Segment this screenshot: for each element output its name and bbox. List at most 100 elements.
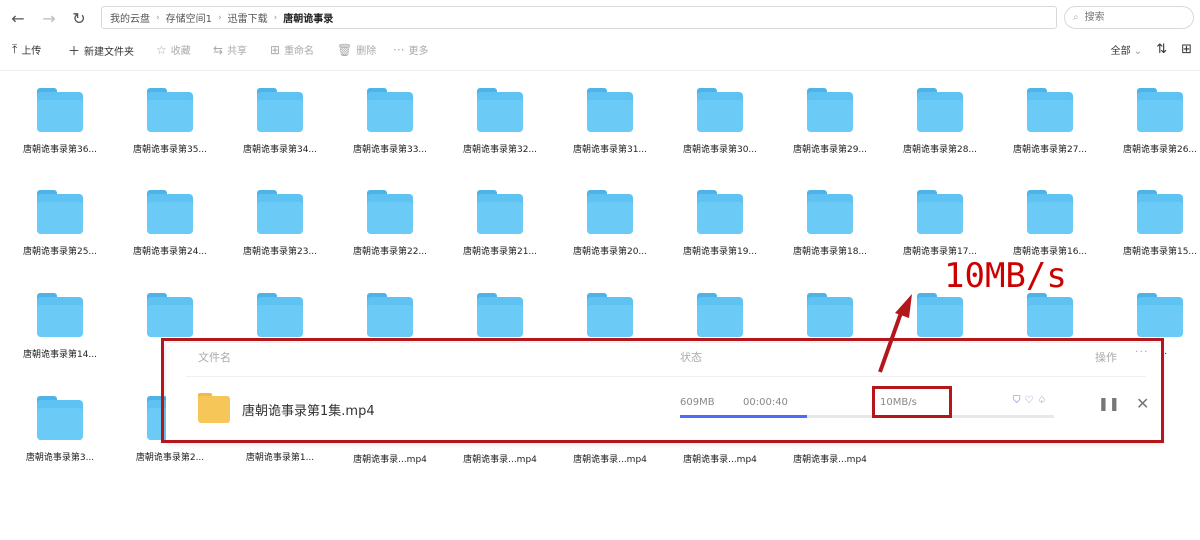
folder-label: 唐朝诡事录第25... xyxy=(22,247,98,257)
folder-icon xyxy=(367,293,413,337)
folder-item[interactable]: 唐朝诡事录第25... xyxy=(5,190,115,257)
folder-item[interactable]: 唐朝诡事录第34... xyxy=(225,88,335,155)
folder-icon xyxy=(37,396,83,440)
folder-item[interactable] xyxy=(885,293,995,347)
chevron-right-icon: › xyxy=(217,12,222,23)
folder-item[interactable]: 唐朝诡事录第23... xyxy=(225,190,335,257)
folder-icon xyxy=(697,88,743,132)
folder-label: 唐朝诡事录第20... xyxy=(572,247,648,257)
folder-item[interactable]: 唐朝诡事录第32... xyxy=(445,88,555,155)
forward-icon[interactable]: → xyxy=(38,7,60,29)
grid-view-icon[interactable]: ⊞ xyxy=(1181,42,1192,57)
file-label[interactable]: 唐朝诡事录...mp4 xyxy=(775,452,885,465)
more-button[interactable]: ··· 更多 xyxy=(393,42,428,58)
file-label[interactable]: 唐朝诡事录...mp4 xyxy=(665,452,775,465)
folder-icon xyxy=(367,88,413,132)
sort-icon[interactable]: ⇅ xyxy=(1156,42,1167,57)
folder-item[interactable]: 唐朝诡事录第24... xyxy=(115,190,225,257)
folder-item[interactable] xyxy=(225,293,335,347)
breadcrumb-item[interactable]: 迅雷下载 xyxy=(228,10,268,25)
file-label[interactable]: 唐朝诡事录...mp4 xyxy=(335,452,445,465)
folder-item[interactable]: 唐朝诡事录第15... xyxy=(1105,190,1200,257)
download-panel: 文件名 状态 操作 ··· 唐朝诡事录第1集.mp4 609MB 00:00:4… xyxy=(166,343,1162,443)
close-button[interactable]: ✕ xyxy=(1136,394,1149,413)
new-folder-label: 新建文件夹 xyxy=(84,47,135,58)
search-input[interactable] xyxy=(1082,11,1183,24)
download-size: 609MB xyxy=(680,397,715,408)
folder-item[interactable]: 唐朝诡事录第14... xyxy=(5,293,115,360)
refresh-icon[interactable]: ↻ xyxy=(68,7,90,29)
folder-item[interactable]: 唐朝诡事录第35... xyxy=(115,88,225,155)
delete-button[interactable]: 🗑 删除 xyxy=(337,42,376,58)
folder-item[interactable]: 唐朝诡事录第26... xyxy=(1105,88,1200,155)
rename-icon: ⊞ xyxy=(270,42,281,57)
share-label: 共享 xyxy=(227,46,248,57)
folder-item[interactable] xyxy=(115,293,225,347)
folder-item[interactable] xyxy=(555,293,665,347)
favorite-button[interactable]: ☆ 收藏 xyxy=(156,42,191,58)
folder-item[interactable]: 唐朝诡事录第31... xyxy=(555,88,665,155)
folder-icon xyxy=(257,88,303,132)
share-icon: ⇆ xyxy=(213,42,224,57)
folder-item[interactable]: 唐朝诡事录第21... xyxy=(445,190,555,257)
back-icon[interactable]: ← xyxy=(7,7,29,29)
search-icon: ⌕ xyxy=(1073,12,1079,23)
breadcrumb-item[interactable]: 我的云盘 xyxy=(110,10,150,25)
folder-icon xyxy=(1027,190,1073,234)
folder-item[interactable]: 唐朝诡事录第27... xyxy=(995,88,1105,155)
folder-item[interactable]: 唐朝诡事录第30... xyxy=(665,88,775,155)
breadcrumb-current: 唐朝诡事录 xyxy=(283,14,334,25)
folder-label: 唐朝诡事录第35... xyxy=(132,145,208,155)
rename-button[interactable]: ⊞ 重命名 xyxy=(270,42,314,58)
folder-icon xyxy=(917,88,963,132)
progress-bar xyxy=(680,415,1054,418)
chevron-right-icon: › xyxy=(273,12,278,23)
folder-icon xyxy=(807,88,853,132)
trash-icon: 🗑 xyxy=(337,42,353,57)
speed-highlight-box xyxy=(872,386,952,418)
folder-item[interactable]: 唐朝诡事录第19... xyxy=(665,190,775,257)
folder-item[interactable] xyxy=(445,293,555,347)
folder-item[interactable]: 唐朝诡事录第36... xyxy=(5,88,115,155)
folder-icon xyxy=(587,293,633,337)
folder-label: 唐朝诡事录第31... xyxy=(572,145,648,155)
accelerate-icons: ⛉♡♤ xyxy=(1013,395,1051,406)
folder-item[interactable]: 唐朝诡事录第33... xyxy=(335,88,445,155)
annotation-text: 10MB/s xyxy=(944,256,1067,296)
folder-item[interactable] xyxy=(995,293,1105,347)
breadcrumb-item[interactable]: 存储空间1 xyxy=(166,10,212,25)
more-icon[interactable]: ··· xyxy=(1135,345,1149,358)
folder-icon xyxy=(1137,88,1183,132)
folder-label: 唐朝诡事录第14... xyxy=(22,350,98,360)
folder-item[interactable]: 唐朝诡事录第17... xyxy=(885,190,995,257)
folder-label: 唐朝诡事录第22... xyxy=(352,247,428,257)
folder-item[interactable]: 唐朝诡事录第22... xyxy=(335,190,445,257)
new-folder-button[interactable]: ＋新建文件夹 xyxy=(68,42,134,59)
folder-label: 唐朝诡事录第24... xyxy=(132,247,208,257)
filter-dropdown[interactable]: 全部 ⌄ xyxy=(1111,42,1143,57)
file-label[interactable]: 唐朝诡事录...mp4 xyxy=(445,452,555,465)
column-header-action: 操作 xyxy=(1095,351,1117,364)
upload-label: 上传 xyxy=(21,46,42,57)
file-label[interactable]: 唐朝诡事录...mp4 xyxy=(555,452,665,465)
favorite-label: 收藏 xyxy=(170,46,191,57)
folder-icon xyxy=(37,88,83,132)
folder-item[interactable]: 唐朝诡事录第18... xyxy=(775,190,885,257)
column-header-name: 文件名 xyxy=(198,351,231,364)
folder-item[interactable]: 唐朝诡事录第28... xyxy=(885,88,995,155)
folder-icon xyxy=(147,88,193,132)
folder-item[interactable] xyxy=(775,293,885,347)
folder-item[interactable] xyxy=(665,293,775,347)
folder-item[interactable]: 唐朝诡事录第29... xyxy=(775,88,885,155)
folder-label: 唐朝诡事录第34... xyxy=(242,145,318,155)
upload-button[interactable]: ⤒ 上传 xyxy=(12,42,41,57)
folder-item[interactable]: 唐朝诡事录第16... xyxy=(995,190,1105,257)
folder-item[interactable] xyxy=(335,293,445,347)
chevron-right-icon: › xyxy=(156,12,160,23)
pause-button[interactable]: ❚❚ xyxy=(1098,397,1120,412)
search-box[interactable]: ⌕ xyxy=(1064,6,1194,29)
share-button[interactable]: ⇆ 共享 xyxy=(213,42,248,58)
folder-icon xyxy=(147,293,193,337)
folder-item[interactable]: 唐朝诡事录第3... xyxy=(5,396,115,463)
folder-item[interactable]: 唐朝诡事录第20... xyxy=(555,190,665,257)
